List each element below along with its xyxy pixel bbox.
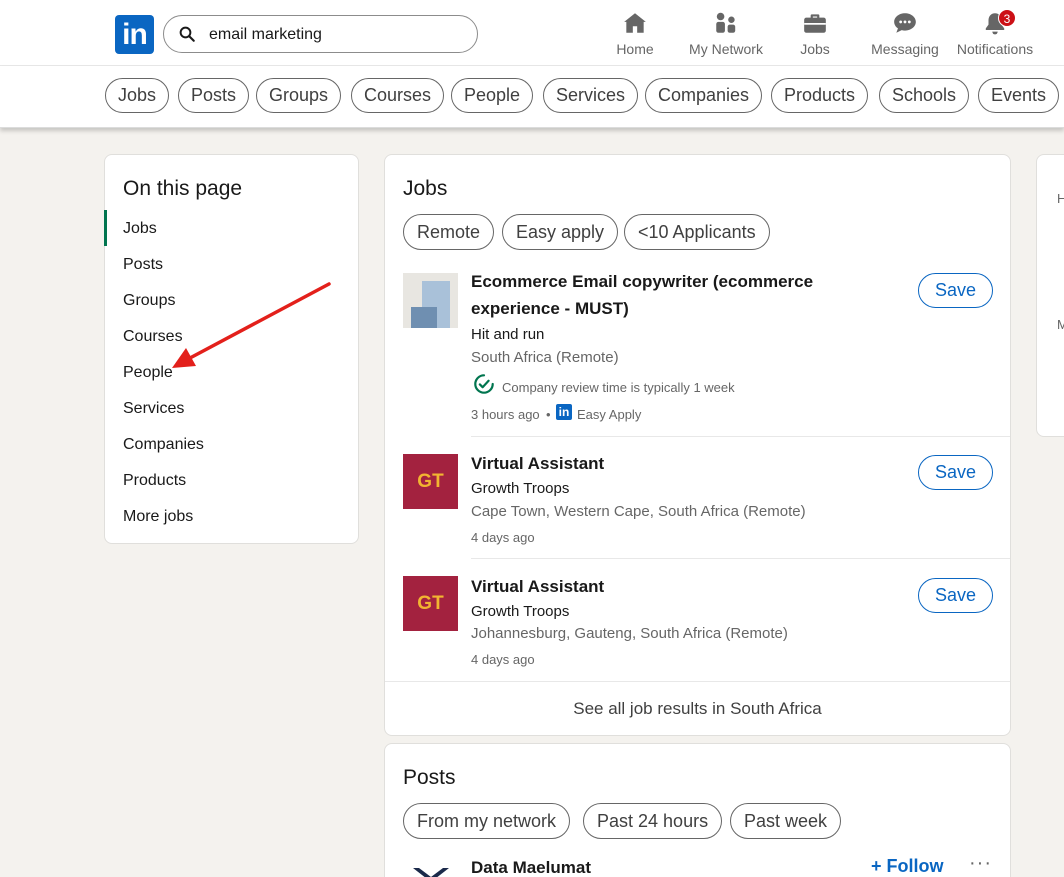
nav-home[interactable]: Home	[612, 10, 658, 60]
job-listing[interactable]: GT Virtual Assistant Growth Troops Johan…	[385, 574, 1010, 681]
search-input[interactable]	[209, 24, 459, 46]
filter-events[interactable]: Events	[978, 78, 1060, 113]
post-author-name[interactable]: Data Maelumat	[471, 858, 591, 877]
company-logo	[403, 273, 458, 328]
easy-apply-label: Easy Apply	[577, 407, 642, 422]
top-navigation-bar: in Home My Network Jobs	[0, 0, 1064, 66]
page-nav-courses[interactable]: Courses	[123, 328, 183, 346]
nav-jobs[interactable]: Jobs	[796, 10, 834, 60]
job-location: South Africa (Remote)	[471, 349, 619, 366]
chip-past-24-hours[interactable]: Past 24 hours	[583, 803, 723, 839]
linkedin-easy-apply-icon: in	[556, 404, 572, 420]
filter-jobs[interactable]: Jobs	[105, 78, 170, 113]
chip-past-week[interactable]: Past week	[730, 803, 842, 839]
follow-button[interactable]: + Follow	[871, 856, 944, 877]
filter-people[interactable]: People	[451, 78, 534, 113]
job-posted-time: 3 hours ago	[471, 407, 540, 422]
chip-under-10-applicants[interactable]: <10 Applicants	[624, 214, 770, 250]
page-nav-companies[interactable]: Companies	[123, 436, 204, 454]
page-nav-services[interactable]: Services	[123, 400, 184, 418]
page-nav-groups[interactable]: Groups	[123, 292, 175, 310]
filter-posts[interactable]: Posts	[178, 78, 250, 113]
job-posted-time: 4 days ago	[471, 530, 535, 545]
more-options-icon[interactable]: ···	[969, 852, 992, 875]
chip-easy-apply[interactable]: Easy apply	[502, 214, 619, 250]
job-location: Cape Town, Western Cape, South Africa (R…	[471, 503, 806, 520]
right-rail-text: H	[1057, 191, 1064, 206]
search-bar[interactable]	[163, 15, 478, 53]
nav-jobs-label: Jobs	[800, 41, 830, 57]
page-nav-people[interactable]: People	[123, 364, 173, 382]
filter-companies[interactable]: Companies	[645, 78, 763, 113]
filter-products[interactable]: Products	[771, 78, 869, 113]
notification-count-badge: 3	[998, 9, 1016, 27]
nav-messaging[interactable]: Messaging	[870, 10, 940, 60]
jobs-results-card: Jobs Remote Easy apply <10 Applicants Ec…	[384, 154, 1011, 736]
messaging-icon	[894, 13, 916, 33]
page-nav-more-jobs[interactable]: More jobs	[123, 508, 193, 526]
page-nav-products[interactable]: Products	[123, 472, 186, 490]
network-icon	[716, 12, 736, 33]
search-filter-bar: Jobs Posts Groups Courses People Service…	[0, 66, 1064, 128]
filter-courses[interactable]: Courses	[351, 78, 445, 113]
briefcase-icon	[804, 14, 826, 33]
nav-my-network-label: My Network	[689, 41, 763, 57]
divider	[471, 558, 1010, 559]
job-listing[interactable]: Ecommerce Email copywriter (ecommerce ex…	[385, 270, 1010, 436]
chip-from-my-network[interactable]: From my network	[403, 803, 571, 839]
save-job-button[interactable]: Save	[918, 455, 993, 490]
nav-home-label: Home	[616, 41, 654, 57]
author-avatar[interactable]	[409, 862, 453, 877]
nav-notifications-label: Notifications	[956, 41, 1034, 57]
job-title[interactable]: Virtual Assistant	[471, 450, 851, 477]
divider	[471, 436, 1010, 437]
page-nav-posts[interactable]: Posts	[123, 256, 163, 274]
nav-my-network[interactable]: My Network	[686, 10, 766, 60]
posts-section-title: Posts	[403, 766, 456, 789]
job-insight: Company review time is typically 1 week	[502, 380, 735, 395]
filter-services[interactable]: Services	[543, 78, 639, 113]
job-posted-time: 4 days ago	[471, 652, 535, 667]
job-company: Hit and run	[471, 326, 545, 343]
review-time-icon	[474, 374, 494, 394]
jobs-section-title: Jobs	[403, 177, 448, 200]
see-all-jobs-link[interactable]: See all job results in South Africa	[385, 699, 1010, 719]
company-logo: GT	[403, 454, 458, 509]
save-job-button[interactable]: Save	[918, 273, 993, 308]
chip-remote[interactable]: Remote	[403, 214, 495, 250]
meta-separator: •	[546, 407, 551, 422]
nav-messaging-label: Messaging	[871, 41, 939, 57]
right-rail-text: M	[1057, 317, 1064, 332]
job-company: Growth Troops	[471, 603, 570, 620]
job-location: Johannesburg, Gauteng, South Africa (Rem…	[471, 625, 788, 642]
company-logo: GT	[403, 576, 458, 631]
job-company: Growth Troops	[471, 480, 570, 497]
posts-results-card: Posts From my network Past 24 hours Past…	[384, 743, 1011, 877]
divider	[385, 681, 1010, 682]
active-section-indicator	[104, 210, 107, 246]
home-icon	[624, 13, 646, 33]
save-job-button[interactable]: Save	[918, 578, 993, 613]
right-rail-card: H M	[1036, 154, 1064, 437]
page-nav-jobs[interactable]: Jobs	[123, 220, 157, 238]
search-icon	[179, 26, 195, 42]
job-listing[interactable]: GT Virtual Assistant Growth Troops Cape …	[385, 451, 1010, 558]
on-this-page-card: On this page Jobs Posts Groups Courses P…	[104, 154, 359, 544]
nav-notifications[interactable]: 3 Notifications	[955, 9, 1035, 60]
job-title[interactable]: Ecommerce Email copywriter (ecommerce ex…	[471, 268, 851, 322]
filter-schools[interactable]: Schools	[879, 78, 970, 113]
job-title[interactable]: Virtual Assistant	[471, 573, 851, 600]
on-this-page-title: On this page	[123, 177, 243, 200]
linkedin-logo-icon[interactable]: in	[115, 15, 154, 54]
filter-groups[interactable]: Groups	[256, 78, 342, 113]
